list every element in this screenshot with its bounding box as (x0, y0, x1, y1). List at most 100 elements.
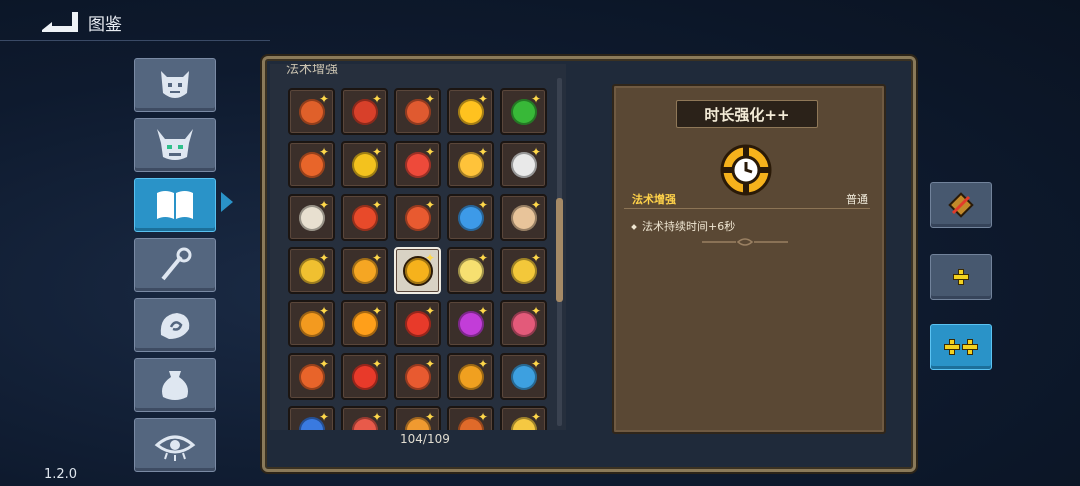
grid-cell[interactable]: ✦ (288, 406, 335, 430)
grid-cell[interactable]: ✦ (341, 247, 388, 294)
grid-cell[interactable]: ✦ (447, 406, 494, 430)
grid-cell[interactable]: ✦ (447, 194, 494, 241)
grid-cell[interactable]: ✦ (288, 88, 335, 135)
sparkle-icon: ✦ (371, 304, 382, 318)
sparkle-icon: ✦ (530, 92, 541, 106)
sparkle-icon: ✦ (477, 145, 488, 159)
detail-divider (624, 208, 870, 209)
sparkle-icon: ✦ (371, 145, 382, 159)
grid-cell[interactable]: ✦ (500, 194, 547, 241)
tier-plus-plus-button[interactable] (930, 324, 992, 370)
sparkle-icon: ✦ (530, 251, 541, 265)
sparkle-icon: ✦ (530, 357, 541, 371)
item-grid: ✦ ✦ ✦ ✦ ✦ ✦ ✦ ✦ ✦ ✦ ✦ ✦ ✦ ✦ ✦ ✦ ✦ ✦ ✦ ✦ ✦ ✦ ✦ ✦ ✦ ✦ ✦ ✦ ✦ ✦ ✦ ✦ ✦ ✦ ✦ (288, 88, 547, 430)
sparkle-icon: ✦ (318, 357, 329, 371)
grid-cell[interactable]: ✦ (341, 141, 388, 188)
sparkle-icon: ✦ (318, 92, 329, 106)
plus-icon (962, 339, 978, 355)
grid-cell[interactable]: ✦ (341, 300, 388, 347)
sparkle-icon: ✦ (477, 410, 488, 424)
sparkle-icon: ✦ (371, 410, 382, 424)
grid-cell[interactable]: ✦ (500, 406, 547, 430)
detail-rarity: 普通 (846, 193, 868, 206)
grid-cell[interactable]: ✦ (394, 247, 441, 294)
detail-description-text: 法术持续时间+6秒 (642, 220, 736, 233)
devil-face-icon (161, 71, 189, 98)
sparkle-icon: ✦ (318, 251, 329, 265)
sparkle-icon: ✦ (318, 198, 329, 212)
grid-cell[interactable]: ✦ (394, 141, 441, 188)
tab-curses[interactable] (134, 418, 216, 472)
ornament-divider-icon (702, 238, 788, 246)
plus-icon (944, 339, 960, 355)
grid-section-title: 法术增强 (286, 64, 339, 77)
sparkle-icon: ✦ (477, 357, 488, 371)
sparkle-icon: ✦ (371, 357, 382, 371)
detail-description: 法术持续时间+6秒 (631, 218, 736, 234)
back-arrow-icon[interactable] (40, 8, 80, 34)
sparkle-icon: ✦ (318, 410, 329, 424)
sparkle-icon: ✦ (477, 198, 488, 212)
grid-cell[interactable]: ✦ (500, 141, 547, 188)
grid-cell[interactable]: ✦ (500, 300, 547, 347)
open-book-icon (157, 191, 193, 219)
grid-cell[interactable]: ✦ (447, 141, 494, 188)
grid-cell[interactable]: ✦ (341, 406, 388, 430)
staff-icon (161, 247, 192, 281)
sparkle-icon: ✦ (530, 410, 541, 424)
grid-cell[interactable]: ✦ (394, 406, 441, 430)
sparkle-icon: ✦ (318, 304, 329, 318)
grid-cell[interactable]: ✦ (394, 194, 441, 241)
sparkle-icon: ✦ (318, 145, 329, 159)
grid-cell[interactable]: ✦ (394, 88, 441, 135)
sparkle-icon: ✦ (424, 304, 435, 318)
tier-plus-button[interactable] (930, 254, 992, 300)
tab-codex[interactable] (134, 178, 216, 232)
grid-cell[interactable]: ✦ (288, 141, 335, 188)
sparkle-icon: ✦ (371, 92, 382, 106)
swirl-hand-icon (160, 313, 190, 339)
active-tab-pointer (221, 192, 233, 212)
horned-skull-icon (157, 129, 193, 160)
sparkle-icon: ✦ (371, 198, 382, 212)
tab-spells[interactable] (134, 298, 216, 352)
sparkle-icon: ✦ (530, 304, 541, 318)
grid-cell[interactable]: ✦ (394, 353, 441, 400)
tier-base-button[interactable] (930, 182, 992, 228)
sparkle-icon: ✦ (477, 251, 488, 265)
grid-cell[interactable]: ✦ (447, 300, 494, 347)
grid-cell[interactable]: ✦ (500, 353, 547, 400)
grid-cell[interactable]: ✦ (447, 353, 494, 400)
no-upgrade-icon (948, 192, 974, 218)
tab-bosses[interactable] (134, 118, 216, 172)
grid-cell[interactable]: ✦ (341, 353, 388, 400)
grid-cell[interactable]: ✦ (288, 194, 335, 241)
grid-cell[interactable]: ✦ (394, 300, 441, 347)
sparkle-icon: ✦ (424, 145, 435, 159)
grid-cell[interactable]: ✦ (447, 88, 494, 135)
bullet-icon (631, 224, 637, 230)
sparkle-icon: ✦ (530, 198, 541, 212)
tab-items[interactable] (134, 358, 216, 412)
stopwatch-target-icon (720, 144, 772, 196)
tab-monsters[interactable] (134, 58, 216, 112)
grid-cell[interactable]: ✦ (447, 247, 494, 294)
collection-count: 104/109 (400, 432, 450, 446)
grid-cell[interactable]: ✦ (288, 247, 335, 294)
version-label: 1.2.0 (44, 467, 78, 482)
grid-cell[interactable]: ✦ (341, 194, 388, 241)
eye-icon (154, 435, 196, 461)
grid-cell[interactable]: ✦ (288, 353, 335, 400)
grid-cell[interactable]: ✦ (288, 300, 335, 347)
sparkle-icon: ✦ (371, 251, 382, 265)
grid-cell[interactable]: ✦ (500, 247, 547, 294)
pouch-icon (162, 371, 188, 400)
tab-staffs[interactable] (134, 238, 216, 292)
grid-cell[interactable]: ✦ (500, 88, 547, 135)
header-divider (0, 40, 270, 41)
grid-scrollbar-thumb[interactable] (556, 198, 563, 302)
sparkle-icon: ✦ (424, 198, 435, 212)
grid-cell[interactable]: ✦ (341, 88, 388, 135)
plus-icon (953, 269, 969, 285)
item-grid-panel: 法术增强 ✦ ✦ ✦ ✦ ✦ ✦ ✦ ✦ ✦ ✦ ✦ ✦ ✦ ✦ ✦ ✦ ✦ ✦ ✦ ✦ ✦ ✦ ✦ ✦ ✦ ✦ ✦ ✦ ✦ ✦ ✦ ✦ ✦ ✦ ✦ (270, 64, 566, 430)
